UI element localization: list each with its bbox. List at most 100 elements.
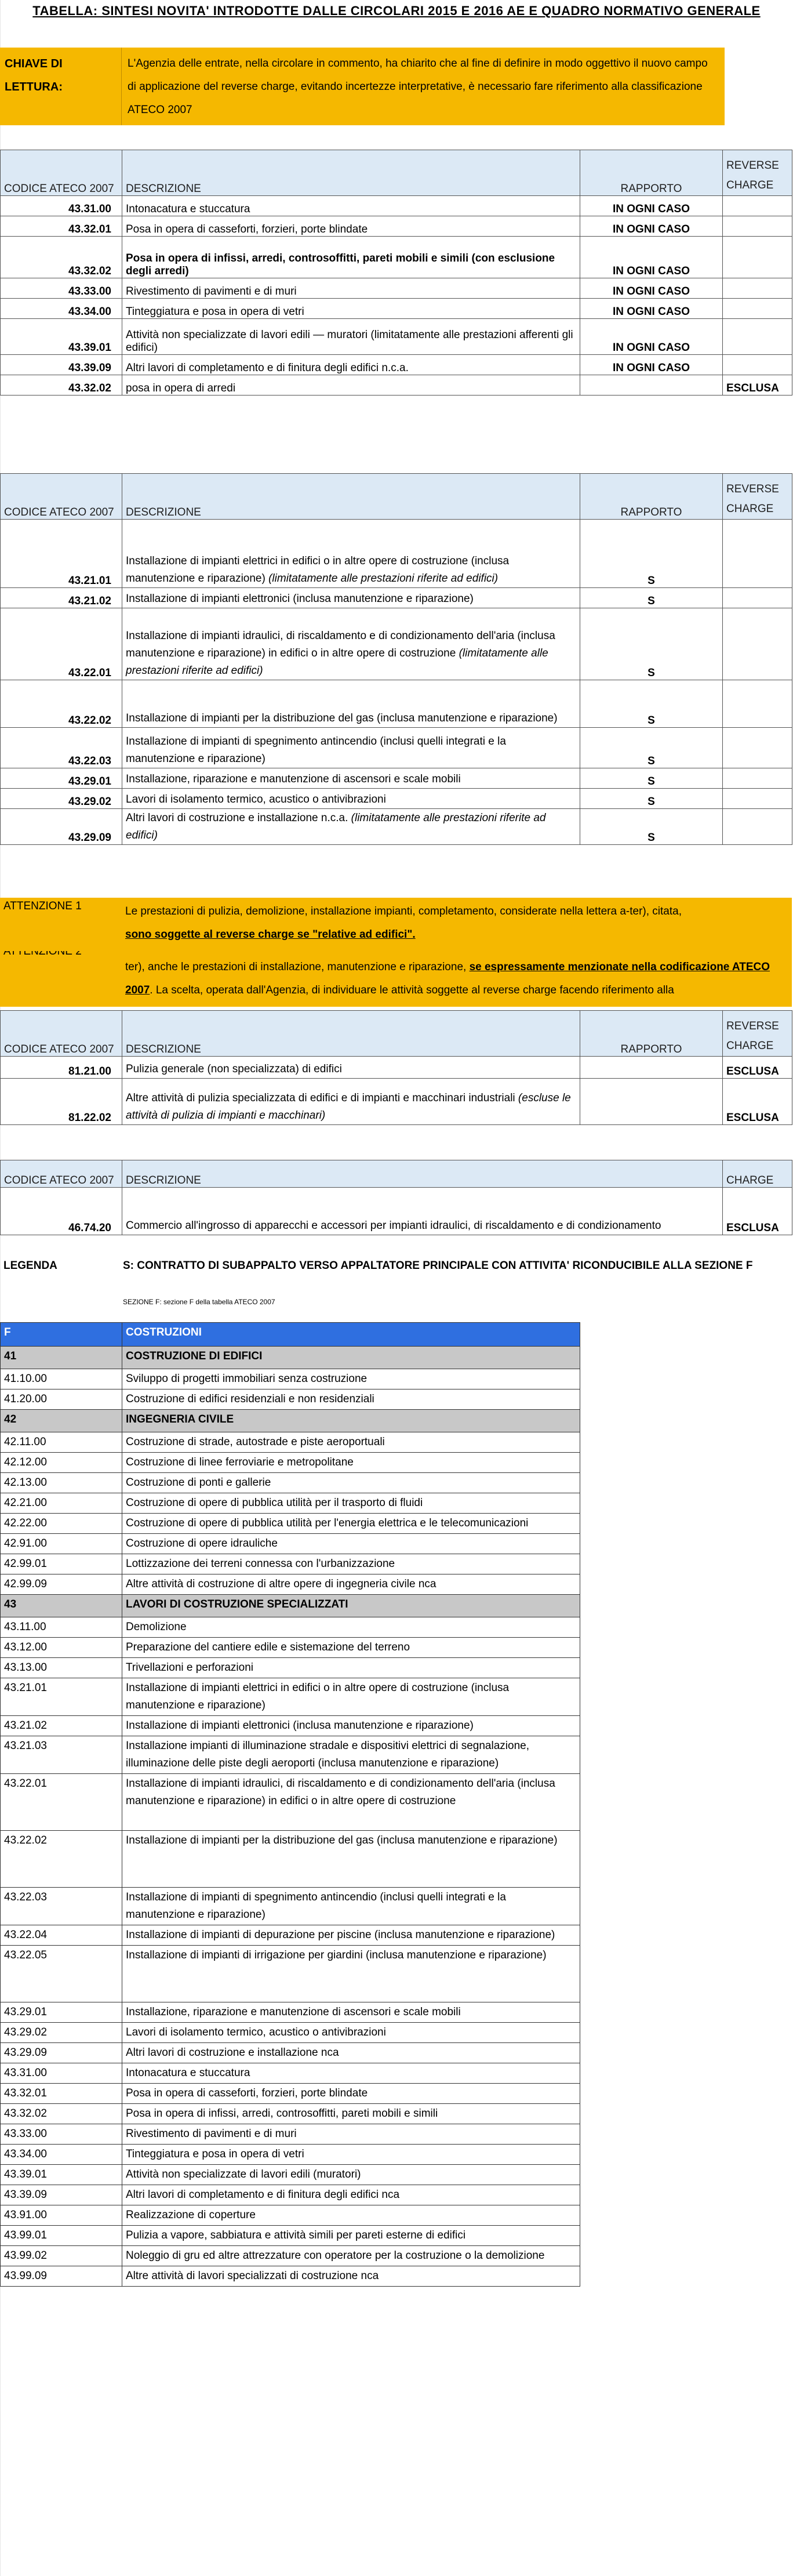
row-reverse — [722, 608, 792, 680]
page-title: TABELLA: SINTESI NOVITA' INTRODOTTE DALL… — [32, 3, 761, 18]
row-reverse: ESCLUSA — [722, 375, 792, 396]
row-code: 43.39.01 — [0, 318, 122, 355]
row-desc: Altre attività di lavori specializzati d… — [122, 2266, 580, 2287]
table-row: 41.10.00 Sviluppo di progetti immobiliari… — [0, 1369, 580, 1389]
table-row: 43.22.01 Installazione di impianti idraul… — [0, 1773, 580, 1831]
col-header-rapporto: RAPPORTO — [580, 150, 723, 196]
row-desc: Lavori di isolamento termico, acustico o… — [122, 788, 580, 809]
table-row: 43.29.02 Lavori di isolamento termico, ac… — [0, 2022, 580, 2043]
table-row: 43.22.01 Installazione di impianti idraul… — [0, 608, 792, 680]
row-desc: Demolizione — [122, 1617, 580, 1638]
row-desc-text: Installazione di impianti di spegnimento… — [126, 735, 506, 765]
row-code: 43.21.02 — [0, 587, 122, 608]
table-row: 43.32.02 Posa in opera di infissi, arredi… — [0, 2103, 580, 2124]
row-code: 43.12.00 — [0, 1637, 122, 1658]
row-desc: Preparazione del cantiere edile e sistem… — [122, 1637, 580, 1658]
row-desc: Installazione di impianti di spegnimento… — [122, 727, 580, 768]
table-row: 43.33.00 Rivestimento di pavimenti e di m… — [0, 2124, 580, 2145]
table-row: 43.39.09 Altri lavori di completamento e … — [0, 2185, 580, 2205]
attention-2-label: ATTENZIONE 2 — [3, 951, 82, 957]
row-code: 43.39.01 — [0, 2164, 122, 2185]
table-subappalto: CODICE ATECO 2007 DESCRIZIONE RAPPORTO R… — [0, 473, 792, 845]
row-desc: Noleggio di gru ed altre attrezzature co… — [122, 2245, 580, 2266]
table-row: 42.22.00 Costruzione di opere di pubblica… — [0, 1513, 580, 1534]
row-desc: Tinteggiatura e posa in opera di vetri — [122, 2144, 580, 2165]
row-code: 43.39.09 — [0, 354, 122, 375]
row-desc: Pulizia a vapore, sabbiatura e attività … — [122, 2225, 580, 2246]
table-row: 43.21.02 Installazione di impianti elettr… — [0, 1715, 580, 1736]
row-reverse — [722, 318, 792, 355]
row-desc: Installazione di impianti elettrici in e… — [122, 1678, 580, 1716]
table-row: 43.32.01 Posa in opera di casseforti, for… — [0, 216, 792, 237]
table-header-row: CODICE ATECO 2007 DESCRIZIONE RAPPORTO R… — [0, 473, 792, 520]
col-header-charge: CHARGE — [722, 1160, 792, 1188]
table-header-row: CODICE ATECO 2007 DESCRIZIONE RAPPORTO R… — [0, 1010, 792, 1057]
row-desc: Altri lavori di completamento e di finit… — [122, 2185, 580, 2205]
row-desc: Costruzione di strade, autostrade e pist… — [122, 1432, 580, 1453]
row-code: 46.74.20 — [0, 1187, 122, 1235]
row-rapporto: S — [580, 680, 723, 728]
table-row: 81.21.00 Pulizia generale (non specializz… — [0, 1056, 792, 1079]
row-code: 42.11.00 — [0, 1432, 122, 1453]
row-code: 43.22.02 — [0, 680, 122, 728]
table-row: 43.12.00 Preparazione del cantiere edile … — [0, 1637, 580, 1658]
table-commercio: CODICE ATECO 2007 DESCRIZIONE CHARGE 46.… — [0, 1160, 792, 1235]
row-desc: Rivestimento di pavimenti e di muri — [122, 278, 580, 299]
row-code: 43.91.00 — [0, 2205, 122, 2226]
division-header-row: 42 INGEGNERIA CIVILE — [0, 1409, 580, 1432]
col-header-desc: DESCRIZIONE — [122, 473, 580, 520]
table-row: 43.11.00 Demolizione — [0, 1617, 580, 1638]
attention-1-text-part: Le prestazioni di pulizia, demolizione, … — [125, 905, 682, 917]
row-rapporto: S — [580, 788, 723, 809]
row-reverse — [722, 354, 792, 375]
row-code: 43.22.01 — [0, 608, 122, 680]
table-row: 43.29.01 Installazione, riparazione e man… — [0, 2002, 580, 2023]
col-header-rapporto: RAPPORTO — [580, 473, 723, 520]
row-code: 43.21.01 — [0, 1678, 122, 1716]
table-row: 43.22.05 Installazione di impianti di irr… — [0, 1945, 580, 2002]
reading-key-label: CHIAVE DI LETTURA: — [0, 48, 122, 125]
row-reverse — [722, 195, 792, 216]
row-desc: Pulizia generale (non specializzata) di … — [122, 1056, 580, 1079]
row-code: 43.22.01 — [0, 1773, 122, 1831]
table-row: 43.91.00 Realizzazione di coperture — [0, 2205, 580, 2226]
table-row: 43.31.00 Intonacatura e stuccatura IN OGNI… — [0, 195, 792, 216]
table-row: 46.74.20 Commercio all'ingrosso di appare… — [0, 1187, 792, 1235]
table-row: 43.21.01 Installazione di impianti elettr… — [0, 1678, 580, 1716]
table-row: 42.99.09 Altre attività di costruzione di… — [0, 1574, 580, 1595]
table-header-row: CODICE ATECO 2007 DESCRIZIONE RAPPORTO R… — [0, 150, 792, 196]
row-desc-text: Altre attività di pulizia specializzata … — [126, 1092, 515, 1104]
attention-box-2: ATTENZIONE 2 ter), anche le prestazioni … — [0, 951, 792, 1007]
row-code: 43.21.01 — [0, 519, 122, 588]
row-desc-text: Pulizia generale (non specializzata) di … — [126, 1063, 342, 1075]
row-reverse — [722, 808, 792, 845]
row-rapporto — [580, 375, 723, 396]
row-rapporto: S — [580, 808, 723, 845]
row-desc-text: Installazione di impianti elettronici (i… — [126, 593, 474, 605]
row-desc-text: Altri lavori di costruzione e installazi… — [126, 812, 348, 824]
row-desc: Installazione di impianti di irrigazione… — [122, 1945, 580, 2002]
row-rapporto: IN OGNI CASO — [580, 216, 723, 237]
row-desc: Posa in opera di infissi, arredi, contro… — [122, 236, 580, 278]
row-code: 43.22.03 — [0, 1887, 122, 1925]
attention-1-text-emph: sono soggette al reverse charge se "rela… — [125, 928, 416, 941]
table-row: 43.13.00 Trivellazioni e perforazioni — [0, 1657, 580, 1678]
table-row: 42.91.00 Costruzione di opere idrauliche — [0, 1533, 580, 1554]
row-desc: INGEGNERIA CIVILE — [122, 1409, 580, 1432]
table-row: 43.32.02 Posa in opera di infissi, arredi… — [0, 236, 792, 278]
row-code: 43 — [0, 1594, 122, 1617]
row-desc: Posa in opera di casseforti, forzieri, p… — [122, 216, 580, 237]
table-row: 43.39.01 Attività non specializzate di la… — [0, 318, 792, 355]
col-header-reverse: REVERSE CHARGE — [722, 473, 792, 520]
row-code: 43.29.09 — [0, 808, 122, 845]
table-row: 43.32.02 posa in opera di arredi ESCLUSA — [0, 375, 792, 396]
row-desc-text: Installazione, riparazione e manutenzion… — [126, 773, 461, 785]
row-code: 81.22.02 — [0, 1078, 122, 1125]
row-code: 43.21.03 — [0, 1736, 122, 1774]
table-row: 43.34.00 Tinteggiatura e posa in opera di… — [0, 298, 792, 319]
row-code: 41.20.00 — [0, 1389, 122, 1410]
row-rapporto: S — [580, 587, 723, 608]
row-charge: ESCLUSA — [722, 1187, 792, 1235]
row-code: 42.13.00 — [0, 1472, 122, 1493]
row-desc: posa in opera di arredi — [122, 375, 580, 396]
